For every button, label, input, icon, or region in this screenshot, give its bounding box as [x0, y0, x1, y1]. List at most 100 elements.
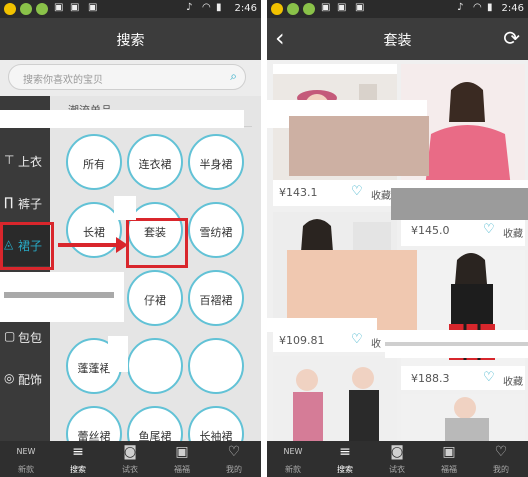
shirt-icon: ⊤ [4, 153, 15, 167]
redaction-mask [267, 318, 377, 332]
redaction-mask [385, 342, 528, 346]
mute-icon: ♪ [186, 2, 193, 13]
bag-icon: ▢ [4, 329, 16, 343]
notification-icon [4, 3, 16, 15]
redaction-mask [289, 116, 429, 176]
heart-icon[interactable]: ♡ [483, 222, 495, 237]
product-card[interactable] [273, 356, 397, 441]
shopping-bag-icon: ▣ [442, 444, 456, 460]
title-bar: 搜索 [0, 18, 261, 60]
title-bar: ‹ 套装 ⟳ [267, 18, 528, 60]
redaction-mask [4, 292, 114, 298]
category-label: 半身裙 [199, 158, 233, 171]
product-card[interactable] [401, 394, 525, 441]
tab-new[interactable]: NEW 新款 [267, 441, 319, 477]
battery-icon: ▮ [216, 2, 222, 13]
favorite-label: 收藏 [371, 191, 391, 202]
category-half-skirt[interactable]: 半身裙 [188, 134, 244, 190]
heart-icon[interactable]: ♡ [351, 184, 363, 199]
app-notification-icon [20, 3, 32, 15]
camera-icon: ◙ [390, 444, 404, 460]
sidebar-item-pants[interactable]: ∏ 裤子 [0, 182, 50, 224]
category-pleated-skirt[interactable]: 百褶裙 [188, 270, 244, 326]
tab-bag[interactable]: ▣ 福福 [156, 441, 208, 477]
product-price: ¥109.81 [279, 334, 325, 347]
sidebar-item-tops[interactable]: ⊤ 上衣 [0, 140, 50, 182]
category-label: 所有 [83, 158, 105, 171]
page-title: 套装 [383, 33, 412, 49]
battery-icon: ▮ [487, 2, 493, 13]
product-price: ¥145.0 [411, 224, 450, 237]
app-notification-icon [36, 3, 48, 15]
highlight-box-skirts [0, 222, 54, 270]
mute-icon: ♪ [457, 2, 464, 13]
favorite-label: 收藏 [503, 377, 523, 388]
heart-icon: ♡ [494, 444, 508, 460]
category-blank[interactable] [188, 338, 244, 394]
category-denim-skirt[interactable]: 仔裙 [127, 270, 183, 326]
right-phone-screen: ▣ ▣ ▣ ♪ ◠ ▮ 2:46 ‹ 套装 ⟳ ¥143.1 ♡ 收藏 ¥145… [267, 0, 528, 477]
category-label: 连衣裙 [138, 158, 172, 171]
bottom-tab-bar: NEW 新款 ≡ 搜索 ◙ 试衣 ▣ 福福 ♡ 我的 [267, 441, 528, 477]
refresh-icon[interactable]: ⟳ [503, 26, 520, 50]
search-icon[interactable]: ⌕ [230, 69, 237, 84]
image-icon: ▣ [355, 2, 365, 13]
ring-icon: ◎ [4, 371, 15, 385]
image-icon: ▣ [337, 2, 347, 13]
search-placeholder: 搜索你喜欢的宝贝 [23, 75, 103, 86]
redaction-mask [114, 196, 136, 220]
tab-label: 我的 [493, 465, 509, 474]
favorite-label: 收藏 [503, 229, 523, 240]
tab-search[interactable]: ≡ 搜索 [319, 441, 371, 477]
category-grid: 潮流单品 所有 连衣裙 半身裙 长裙 套装 雪纺裙 仔裙 百褶裙 蓬蓬裙 蕾丝裙… [50, 96, 261, 462]
search-icon: ≡ [72, 444, 84, 460]
sidebar-item-label: 配饰 [18, 373, 43, 387]
new-badge-icon: NEW [283, 447, 303, 456]
heart-icon[interactable]: ♡ [351, 332, 363, 347]
wifi-icon: ◠ [202, 2, 211, 13]
category-all[interactable]: 所有 [66, 134, 122, 190]
sidebar-item-bags[interactable]: ▢ 包包 [0, 316, 50, 358]
product-price: ¥188.3 [411, 372, 450, 385]
app-notification-icon [287, 3, 299, 15]
category-label: 雪纺裙 [199, 226, 233, 239]
status-time: 2:46 [234, 3, 257, 14]
product-price: ¥143.1 [279, 186, 318, 199]
tab-try-on[interactable]: ◙ 试衣 [371, 441, 423, 477]
search-input[interactable]: 搜索你喜欢的宝贝 ⌕ [8, 64, 246, 90]
tab-label: 搜索 [70, 465, 86, 474]
bottom-tab-bar: NEW 新款 ≡ 搜索 ◙ 试衣 ▣ 福福 ♡ 我的 [0, 441, 261, 477]
annotation-arrow [58, 243, 118, 247]
category-label: 百褶裙 [199, 294, 233, 307]
category-chiffon-skirt[interactable]: 雪纺裙 [188, 202, 244, 258]
tab-mine[interactable]: ♡ 我的 [208, 441, 260, 477]
image-icon: ▣ [54, 2, 64, 13]
category-blank[interactable] [127, 338, 183, 394]
sidebar-item-label: 上衣 [18, 155, 43, 169]
sidebar-item-label: 裤子 [18, 197, 43, 211]
tab-label: 搜索 [337, 465, 353, 474]
tab-mine[interactable]: ♡ 我的 [475, 441, 527, 477]
wifi-icon: ◠ [473, 2, 482, 13]
status-time: 2:46 [501, 3, 524, 14]
sidebar-item-label: 包包 [18, 331, 43, 345]
notification-icon [271, 3, 283, 15]
tab-try-on[interactable]: ◙ 试衣 [104, 441, 156, 477]
category-label: 仔裙 [144, 294, 166, 307]
left-phone-screen: ▣ ▣ ▣ ♪ ◠ ▮ 2:46 搜索 搜索你喜欢的宝贝 ⌕ ⊤ 上衣 ∏ 裤子… [0, 0, 261, 477]
tab-search[interactable]: ≡ 搜索 [52, 441, 104, 477]
heart-icon[interactable]: ♡ [483, 370, 495, 385]
tab-label: 新款 [285, 465, 301, 474]
sidebar-item-accessories[interactable]: ◎ 配饰 [0, 358, 50, 400]
category-dress[interactable]: 连衣裙 [127, 134, 183, 190]
status-bar: ▣ ▣ ▣ ♪ ◠ ▮ 2:46 [0, 0, 261, 18]
tab-label: 新款 [18, 465, 34, 474]
tab-bag[interactable]: ▣ 福福 [423, 441, 475, 477]
tab-label: 试衣 [389, 465, 405, 474]
redaction-mask [0, 110, 244, 128]
tab-new[interactable]: NEW 新款 [0, 441, 52, 477]
status-bar: ▣ ▣ ▣ ♪ ◠ ▮ 2:46 [267, 0, 528, 18]
product-card[interactable]: ¥188.3 ♡ 收藏 [401, 250, 525, 390]
tab-label: 福福 [441, 465, 457, 474]
redaction-mask [391, 188, 528, 220]
